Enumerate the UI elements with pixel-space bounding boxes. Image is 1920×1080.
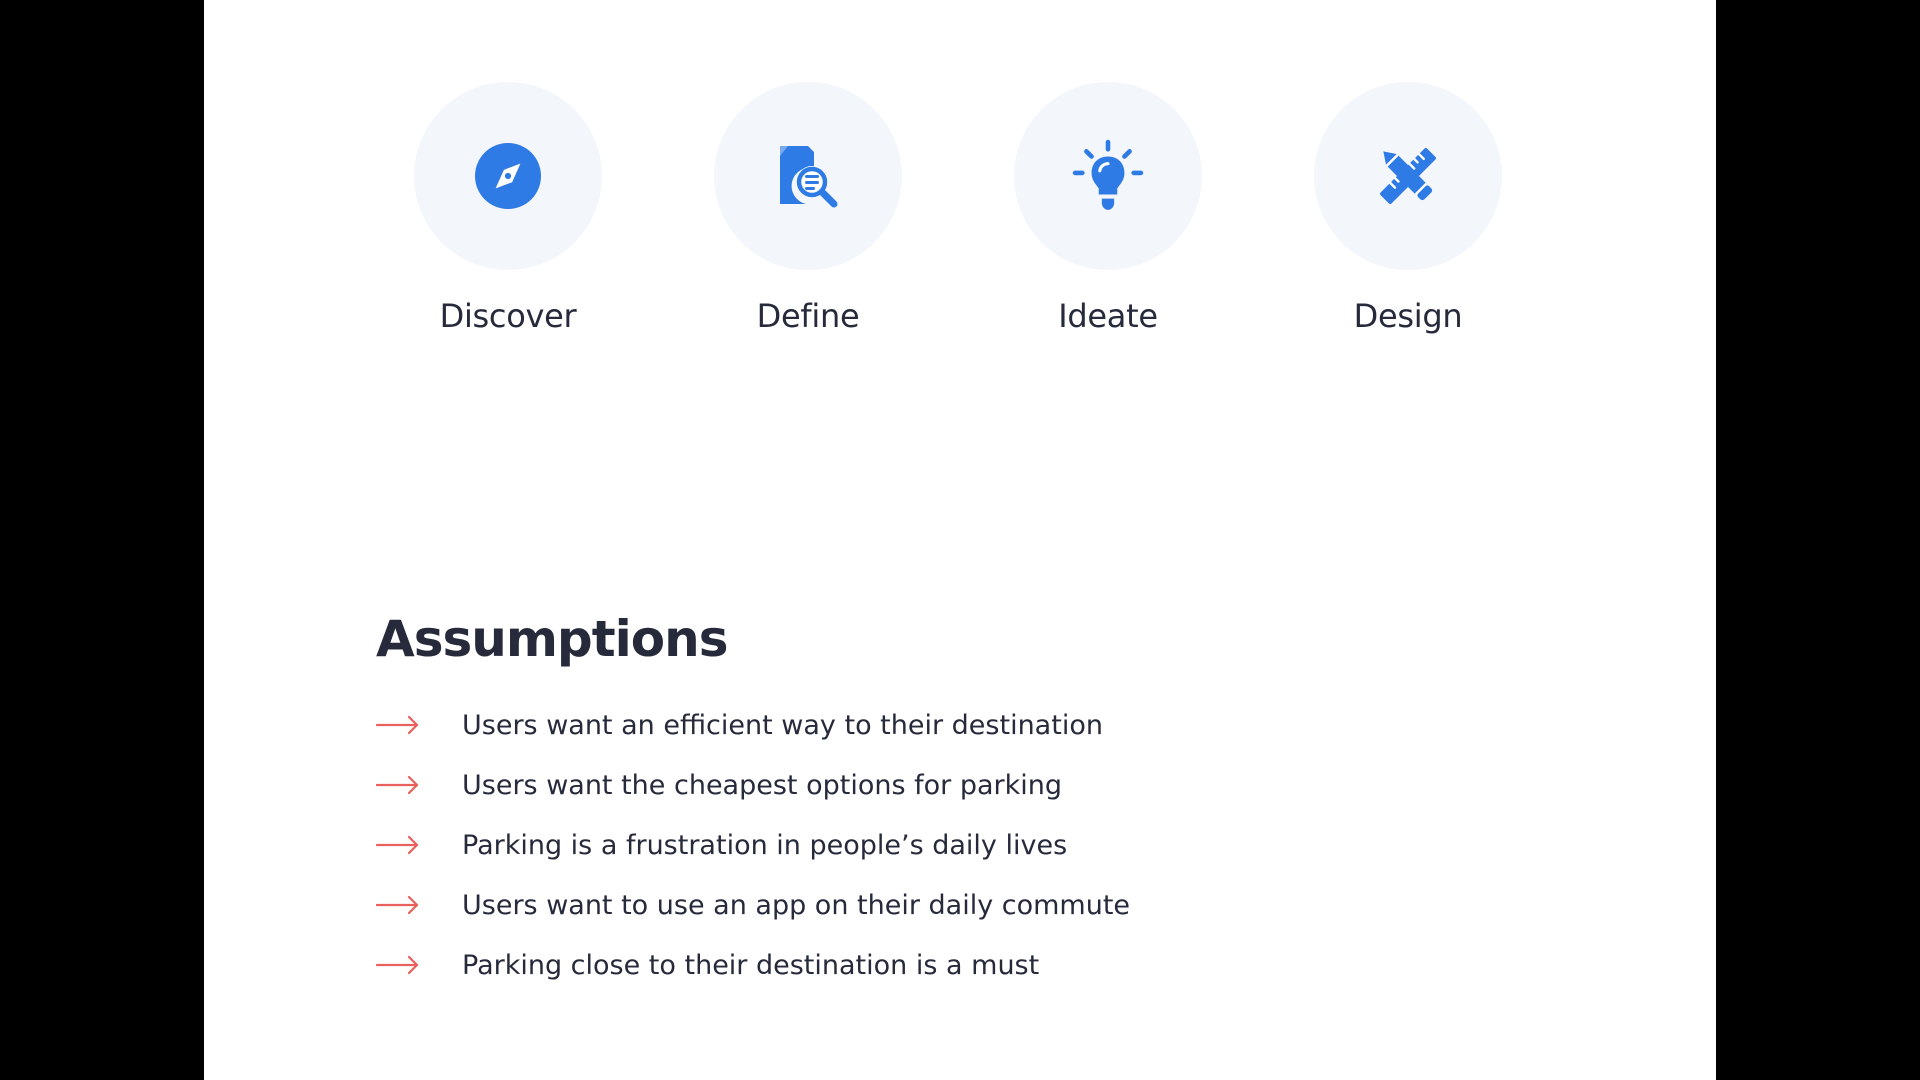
arrow-right-icon: [376, 835, 419, 855]
arrow-right-icon: [376, 895, 419, 915]
step-design: Design: [1278, 82, 1538, 352]
page: Discover Define Ideate Design Assumption…: [204, 0, 1716, 1080]
compass-icon: [475, 143, 541, 209]
assumption-text: Parking close to their destination is a …: [462, 950, 1040, 981]
step-label: Ideate: [1058, 297, 1158, 335]
assumption-text: Users want the cheapest options for park…: [462, 770, 1062, 801]
step-icon-circle: [1014, 82, 1202, 270]
assumptions-title: Assumptions: [376, 610, 728, 668]
arrow-right-icon: [376, 955, 419, 975]
step-discover: Discover: [378, 82, 638, 352]
assumption-text: Users want to use an app on their daily …: [462, 890, 1131, 921]
step-icon-circle: [1314, 82, 1502, 270]
step-icon-circle: [714, 82, 902, 270]
step-define: Define: [678, 82, 938, 352]
step-label: Design: [1353, 297, 1463, 335]
assumption-text: Users want an efficient way to their des…: [462, 710, 1103, 741]
lightbulb-icon: [1072, 139, 1144, 210]
step-label: Define: [756, 297, 860, 335]
pencil-ruler-icon: [1380, 148, 1436, 204]
assumption-text: Parking is a frustration in people’s dai…: [462, 830, 1068, 861]
step-label: Discover: [439, 297, 577, 335]
arrow-right-icon: [376, 775, 419, 795]
step-icon-circle: [414, 82, 602, 270]
step-ideate: Ideate: [978, 82, 1238, 352]
document-search-icon: [780, 146, 838, 208]
design-process-steps: Discover Define Ideate Design: [204, 82, 1716, 352]
arrow-right-icon: [376, 715, 419, 735]
